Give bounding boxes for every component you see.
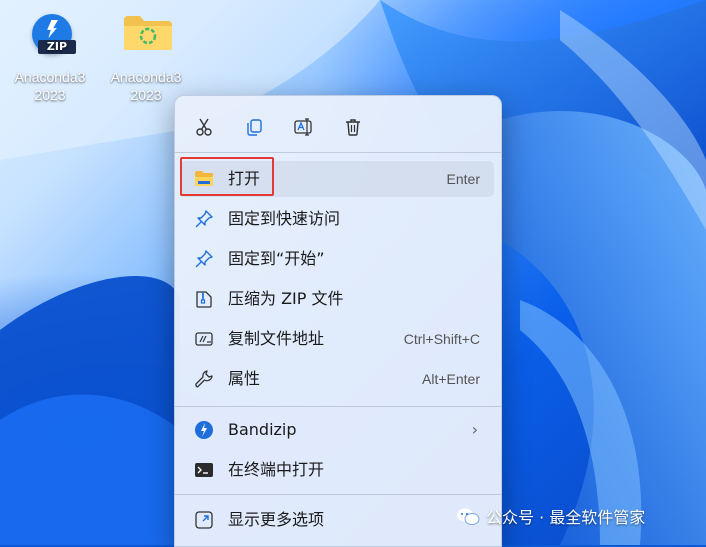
cut-button[interactable] [187, 110, 221, 144]
highlight-box [180, 157, 274, 196]
desktop-icon-folder[interactable]: Anaconda3 2023 [104, 6, 188, 104]
copy-button[interactable] [237, 110, 271, 144]
menu-item-pin-start[interactable]: 固定到“开始” [180, 241, 494, 277]
context-menu-toolbar [175, 106, 501, 146]
menu-item-compress-zip[interactable]: 压缩为 ZIP 文件 [180, 281, 494, 317]
watermark: 公众号 · 最全软件管家 [456, 506, 645, 530]
more-options-icon [194, 510, 214, 530]
menu-item-properties[interactable]: 属性 Alt+Enter [180, 361, 494, 397]
bandizip-badge: ZIP [32, 14, 76, 54]
pin-icon [194, 249, 214, 269]
rename-button[interactable] [286, 110, 320, 144]
delete-button[interactable] [336, 110, 370, 144]
menu-item-shortcut: Alt+Enter [422, 371, 480, 387]
chevron-right-icon: › [471, 420, 478, 439]
menu-item-label: 固定到“开始” [228, 249, 325, 268]
menu-item-label: 固定到快速访问 [228, 209, 341, 228]
bolt-icon [47, 20, 58, 38]
copy-path-icon [194, 329, 214, 349]
menu-item-label: 显示更多选项 [228, 510, 325, 529]
pin-icon [194, 209, 214, 229]
menu-separator [175, 494, 501, 495]
menu-item-shortcut: Ctrl+Shift+C [403, 331, 480, 347]
zip-file-icon [194, 289, 214, 309]
desktop-icon-label: Anaconda3 [14, 69, 86, 85]
menu-item-bandizip[interactable]: Bandizip › [180, 412, 494, 448]
menu-item-label: 在终端中打开 [228, 460, 325, 479]
menu-item-label: 压缩为 ZIP 文件 [228, 289, 344, 308]
menu-item-label: 复制文件地址 [228, 329, 325, 348]
menu-item-pin-quick-access[interactable]: 固定到快速访问 [180, 201, 494, 237]
bandizip-icon [194, 420, 214, 440]
desktop-icon-label: Anaconda3 [110, 69, 182, 85]
menu-item-show-more-options[interactable]: 显示更多选项 [180, 502, 494, 538]
zip-badge-text: ZIP [38, 40, 76, 54]
desktop-icon-label-line2: 2023 [34, 87, 66, 103]
menu-item-label: 属性 [228, 369, 261, 388]
menu-item-copy-path[interactable]: 复制文件地址 Ctrl+Shift+C [180, 321, 494, 357]
menu-item-shortcut: Enter [446, 171, 480, 187]
zip-archive-icon: ZIP [20, 6, 80, 66]
menu-separator [175, 152, 501, 153]
copy-icon [247, 119, 262, 136]
wrench-icon [194, 369, 214, 389]
watermark-text: 公众号 · 最全软件管家 [486, 508, 646, 527]
rename-icon [294, 118, 312, 136]
folder-icon [116, 6, 176, 66]
menu-item-open-terminal[interactable]: 在终端中打开 [180, 452, 494, 488]
wechat-icon [456, 508, 480, 526]
menu-separator [175, 406, 501, 407]
delete-icon [346, 119, 360, 136]
menu-item-label: Bandizip [228, 420, 297, 439]
cut-icon [196, 118, 212, 136]
desktop-icon-zip[interactable]: ZIP Anaconda3 2023 [8, 6, 92, 104]
terminal-icon [194, 460, 214, 480]
